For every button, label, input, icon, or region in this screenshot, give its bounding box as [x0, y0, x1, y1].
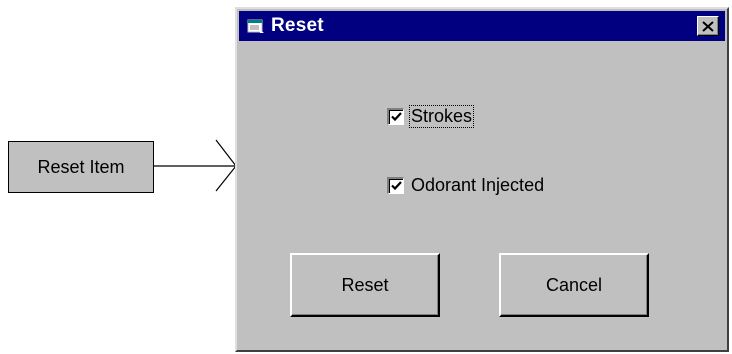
strokes-option[interactable]: Strokes: [387, 105, 475, 128]
close-button[interactable]: [697, 16, 719, 36]
cancel-button[interactable]: Cancel: [499, 253, 649, 317]
reset-item-callout: Reset Item: [8, 141, 154, 193]
close-icon: [702, 20, 714, 32]
checkmark-icon: [390, 181, 402, 191]
reset-button[interactable]: Reset: [290, 253, 440, 317]
strokes-label[interactable]: Strokes: [408, 105, 475, 128]
odorant-injected-checkbox[interactable]: [387, 177, 404, 194]
odorant-injected-label[interactable]: Odorant Injected: [410, 175, 545, 196]
odorant-injected-option[interactable]: Odorant Injected: [387, 175, 545, 196]
callout-label: Reset Item: [37, 156, 125, 177]
stage: Reset Item Reset Strokes Odorant Injecte…: [0, 0, 732, 354]
checkmark-icon: [390, 112, 402, 122]
app-window-icon: [247, 18, 265, 34]
strokes-checkbox[interactable]: [387, 108, 404, 125]
title-bar[interactable]: Reset: [239, 11, 725, 41]
dialog-title: Reset: [271, 15, 324, 36]
reset-dialog: Reset Strokes Odorant Injected Reset Can…: [235, 7, 729, 352]
